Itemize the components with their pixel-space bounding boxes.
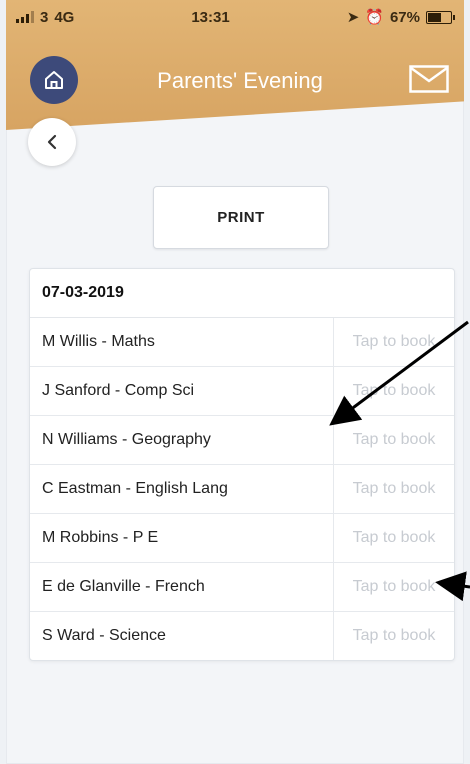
signal-icon — [16, 11, 34, 23]
mail-button[interactable] — [408, 64, 450, 94]
appointment-row: M Robbins - P E Tap to book — [30, 514, 454, 563]
tap-to-book-button[interactable]: Tap to book — [334, 563, 454, 611]
home-button[interactable] — [30, 56, 78, 104]
appointment-row: C Eastman - English Lang Tap to book — [30, 465, 454, 514]
page-title: Parents' Evening — [157, 68, 323, 93]
teacher-subject: M Willis - Maths — [30, 318, 334, 366]
appointment-row: M Willis - Maths Tap to book — [30, 318, 454, 367]
print-button[interactable]: PRINT — [153, 186, 329, 249]
battery-percent: 67% — [389, 8, 420, 26]
appointments-card: 07-03-2019 M Willis - Maths Tap to book … — [29, 268, 455, 661]
appointment-row: J Sanford - Comp Sci Tap to book — [30, 367, 454, 416]
teacher-subject: E de Glanville - French — [30, 563, 334, 611]
network-label: 4G — [54, 8, 75, 26]
status-bar: 3 4G 13:31 ➤ ⏰ 67% — [6, 0, 464, 34]
carrier-label: 3 — [40, 8, 49, 26]
teacher-subject: J Sanford - Comp Sci — [30, 367, 334, 415]
teacher-subject: N Williams - Geography — [30, 416, 334, 464]
appointment-row: N Williams - Geography Tap to book — [30, 416, 454, 465]
alarm-icon: ⏰ — [365, 9, 384, 26]
status-right: ➤ ⏰ 67% — [347, 8, 464, 26]
tap-to-book-button[interactable]: Tap to book — [334, 318, 454, 366]
appointment-date: 07-03-2019 — [30, 269, 454, 318]
teacher-subject: C Eastman - English Lang — [30, 465, 334, 513]
battery-icon — [426, 10, 455, 24]
back-button[interactable] — [28, 118, 76, 166]
appointment-row: S Ward - Science Tap to book — [30, 612, 454, 660]
mail-icon — [409, 65, 449, 93]
tap-to-book-button[interactable]: Tap to book — [334, 612, 454, 660]
tap-to-book-button[interactable]: Tap to book — [334, 416, 454, 464]
location-icon: ➤ — [346, 9, 360, 26]
teacher-subject: M Robbins - P E — [30, 514, 334, 562]
teacher-subject: S Ward - Science — [30, 612, 334, 660]
chevron-left-icon — [47, 134, 57, 150]
appointment-row: E de Glanville - French Tap to book — [30, 563, 454, 612]
tap-to-book-button[interactable]: Tap to book — [334, 465, 454, 513]
tap-to-book-button[interactable]: Tap to book — [334, 514, 454, 562]
tap-to-book-button[interactable]: Tap to book — [334, 367, 454, 415]
status-left: 3 4G — [6, 9, 74, 26]
home-icon — [45, 71, 63, 89]
status-time: 13:31 — [191, 8, 230, 26]
